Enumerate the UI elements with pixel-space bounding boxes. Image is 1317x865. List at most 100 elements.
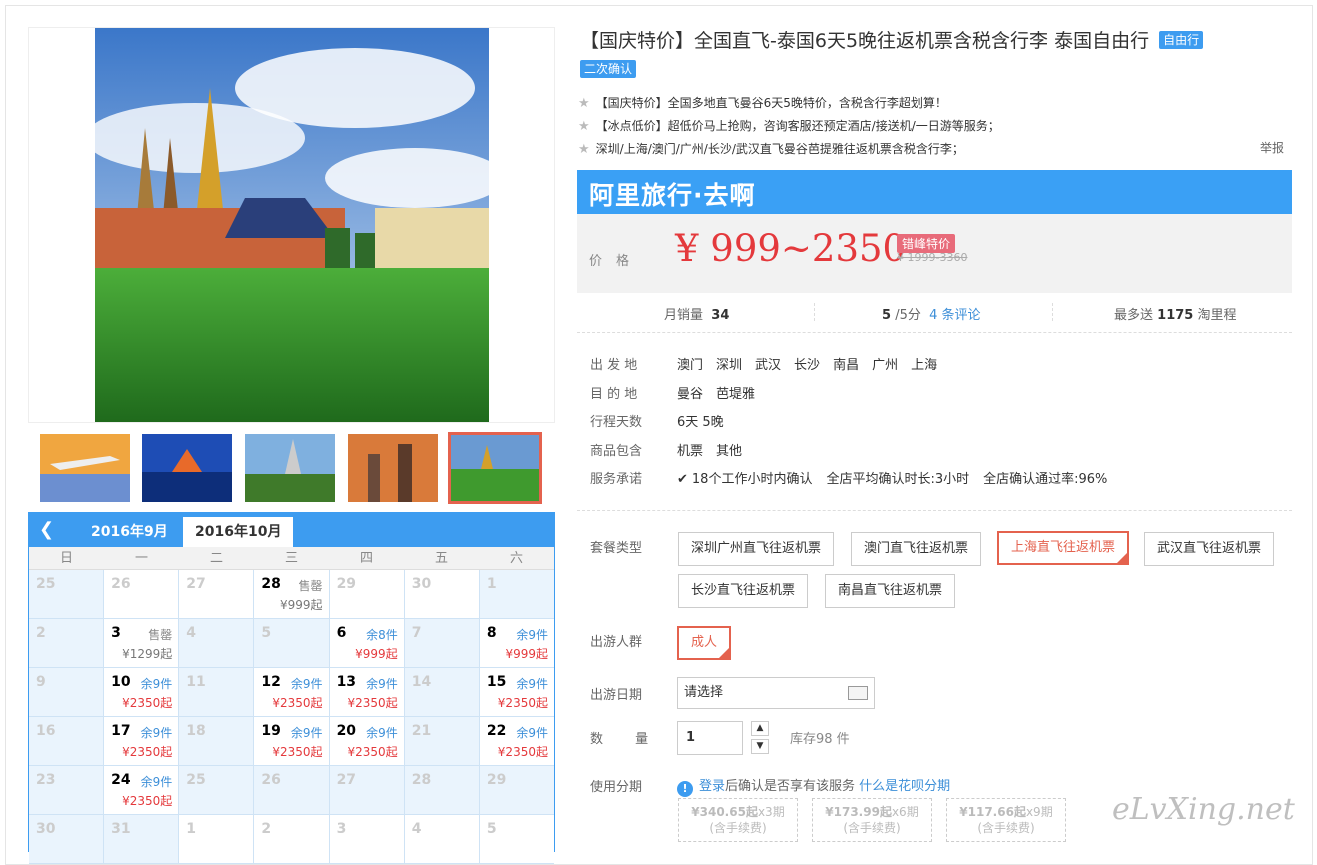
departure-city: 深圳 — [716, 358, 743, 373]
calendar-day-available[interactable]: 12 余9件 ¥2350起 — [254, 668, 330, 716]
day-number: 2 — [261, 821, 272, 837]
calendar-day: 3 — [329, 815, 405, 863]
installment-option[interactable]: ¥173.99起x6期 (含手续费) — [812, 798, 932, 842]
day-price: ¥1299起 — [122, 647, 173, 661]
calendar-day: 27 — [179, 570, 255, 618]
report-link[interactable]: 举报 — [1260, 139, 1284, 156]
weekday-label: 五 — [434, 551, 448, 566]
price-label: 价格 — [589, 254, 644, 269]
calendar-day-available[interactable]: 24 余9件 ¥2350起 — [104, 766, 180, 814]
day-stock: 售罄 — [298, 579, 323, 593]
day-number: 26 — [111, 576, 131, 592]
calendar-day-available[interactable]: 17 余9件 ¥2350起 — [104, 717, 180, 765]
package-option[interactable]: 长沙直飞往返机票 — [678, 574, 809, 608]
info-destination: 目 的 地曼谷 芭堤雅 — [590, 387, 756, 402]
star-icon: ★ — [578, 142, 590, 157]
check-icon: ✔ — [677, 472, 688, 487]
day-number: 23 — [36, 772, 56, 788]
day-stock: 余8件 — [366, 628, 398, 642]
info-departure: 出 发 地澳门 深圳 武汉 长沙 南昌 广州 上海 — [590, 358, 938, 373]
calendar-day-available[interactable]: 20 余9件 ¥2350起 — [329, 717, 405, 765]
calendar-day: 31 — [104, 815, 180, 863]
day-number: 30 — [36, 821, 56, 837]
package-option[interactable]: 澳门直飞往返机票 — [851, 532, 982, 566]
calendar-day-available[interactable]: 28 售罄 ¥999起 — [254, 570, 330, 618]
package-option[interactable]: 武汉直飞往返机票 — [1144, 532, 1275, 566]
info-icon: ! — [677, 781, 693, 797]
day-stock: 余9件 — [290, 726, 323, 740]
calendar-day: 25 — [179, 766, 255, 814]
brand-logo-text: 阿里旅行·去啊 — [589, 181, 756, 210]
calendar-day-available[interactable]: 13 余9件 ¥2350起 — [329, 668, 405, 716]
day-number: 24 — [111, 772, 131, 788]
day-number: 21 — [411, 723, 432, 739]
day-number: 28 — [261, 576, 281, 592]
calendar-day: 1 — [179, 815, 255, 863]
calendar-day: 25 — [29, 570, 105, 618]
reviews-link[interactable]: 4 条评论 — [929, 308, 980, 323]
calendar-day-available[interactable]: 3 售罄 ¥1299起 — [104, 619, 180, 667]
calendar-day: 30 — [404, 570, 480, 618]
calendar-header: ❮ 2016年9月 2016年10月 — [29, 513, 554, 547]
weekday-label: 四 — [359, 551, 373, 566]
crowd-option-adult[interactable]: 成人 — [677, 626, 732, 660]
calendar-week: 16 17 余9件 ¥2350起 18 19 余9件 ¥2350起 20 余9件 ¥2350起 21 2… — [29, 717, 554, 766]
calendar-tab-sep[interactable]: 2016年9月 — [79, 517, 180, 547]
calendar-weekdays: 日一二三四五六 — [29, 547, 554, 570]
qty-decrease-button[interactable]: ▼ — [751, 739, 769, 754]
departure-city: 武汉 — [755, 358, 782, 373]
day-price: ¥999起 — [505, 647, 548, 661]
calendar-day: 21 — [404, 717, 480, 765]
thumbnail-strip — [28, 432, 555, 504]
weekday-label: 三 — [284, 551, 298, 566]
calendar-day-available[interactable]: 22 余9件 ¥2350起 — [479, 717, 554, 765]
qty-increase-button[interactable]: ▲ — [751, 721, 769, 736]
tag-free-travel: 自由行 — [1159, 31, 1204, 49]
calendar-day: 5 — [254, 619, 330, 667]
travel-date-select[interactable]: 请选择 — [677, 677, 875, 709]
day-number: 13 — [336, 674, 357, 690]
package-option-selected[interactable]: 上海直飞往返机票 — [997, 531, 1130, 565]
calendar-day-available[interactable]: 6 余8件 ¥999起 — [329, 619, 405, 667]
thumbnail-temple-night[interactable] — [142, 434, 232, 502]
day-number: 17 — [111, 723, 131, 739]
login-link[interactable]: 登录 — [699, 779, 725, 794]
day-number: 25 — [186, 772, 206, 788]
package-option[interactable]: 南昌直飞往返机票 — [825, 574, 956, 608]
calendar-day: 16 — [29, 717, 105, 765]
package-option[interactable]: 深圳广州直飞往返机票 — [678, 532, 835, 566]
weekday-label: 一 — [134, 551, 148, 566]
calendar-day: 29 — [329, 570, 405, 618]
day-price: ¥2350起 — [347, 696, 398, 710]
thumbnail-pagoda[interactable] — [245, 434, 335, 502]
calendar-day-available[interactable]: 10 余9件 ¥2350起 — [104, 668, 180, 716]
calendar-day: 5 — [479, 815, 554, 863]
quantity-input[interactable]: 1 — [677, 721, 743, 755]
thumbnail-city-sunset[interactable] — [348, 434, 438, 502]
day-number: 27 — [186, 576, 206, 592]
price-box: 价格 ¥ 999~2350 错峰特价 ¥ 1999-3360 — [577, 214, 1292, 293]
monthly-sales: 月销量 34 — [664, 308, 730, 323]
info-includes: 商品包含 机票 其他 — [590, 444, 743, 459]
destination-city: 曼谷 — [677, 387, 704, 402]
calendar-grid: 25 26 27 28 售罄 ¥999起 29 30 1 2 3 售罄 ¥1299起 4 5 6 余8件 ¥999… — [29, 570, 554, 864]
stats-bar: 月销量 34 5 /5分 4 条评论 最多送 1175 淘里程 — [577, 293, 1292, 333]
day-number: 6 — [336, 625, 347, 641]
calendar-tab-oct[interactable]: 2016年10月 — [183, 517, 294, 547]
installment-option[interactable]: ¥117.66起x9期 (含手续费) — [946, 798, 1066, 842]
calendar-day-available[interactable]: 8 余9件 ¥999起 — [479, 619, 554, 667]
thumbnail-plane[interactable] — [40, 434, 130, 502]
thumbnail-grand-palace[interactable] — [448, 432, 542, 504]
huabei-help-link[interactable]: 什么是花呗分期 — [859, 779, 950, 794]
original-price: ¥ 1999-3360 — [897, 251, 968, 264]
calendar-day-available[interactable]: 19 余9件 ¥2350起 — [254, 717, 330, 765]
calendar-day-available[interactable]: 15 余9件 ¥2350起 — [479, 668, 554, 716]
calendar-day: 26 — [104, 570, 180, 618]
departure-city: 上海 — [911, 358, 938, 373]
day-price: ¥2350起 — [122, 745, 173, 759]
installment-option[interactable]: ¥340.65起x3期 (含手续费) — [678, 798, 798, 842]
day-stock: 余9件 — [516, 628, 548, 642]
calendar-day: 9 — [29, 668, 105, 716]
departure-city: 长沙 — [794, 358, 821, 373]
calendar-prev-icon[interactable]: ❮ — [39, 519, 54, 540]
